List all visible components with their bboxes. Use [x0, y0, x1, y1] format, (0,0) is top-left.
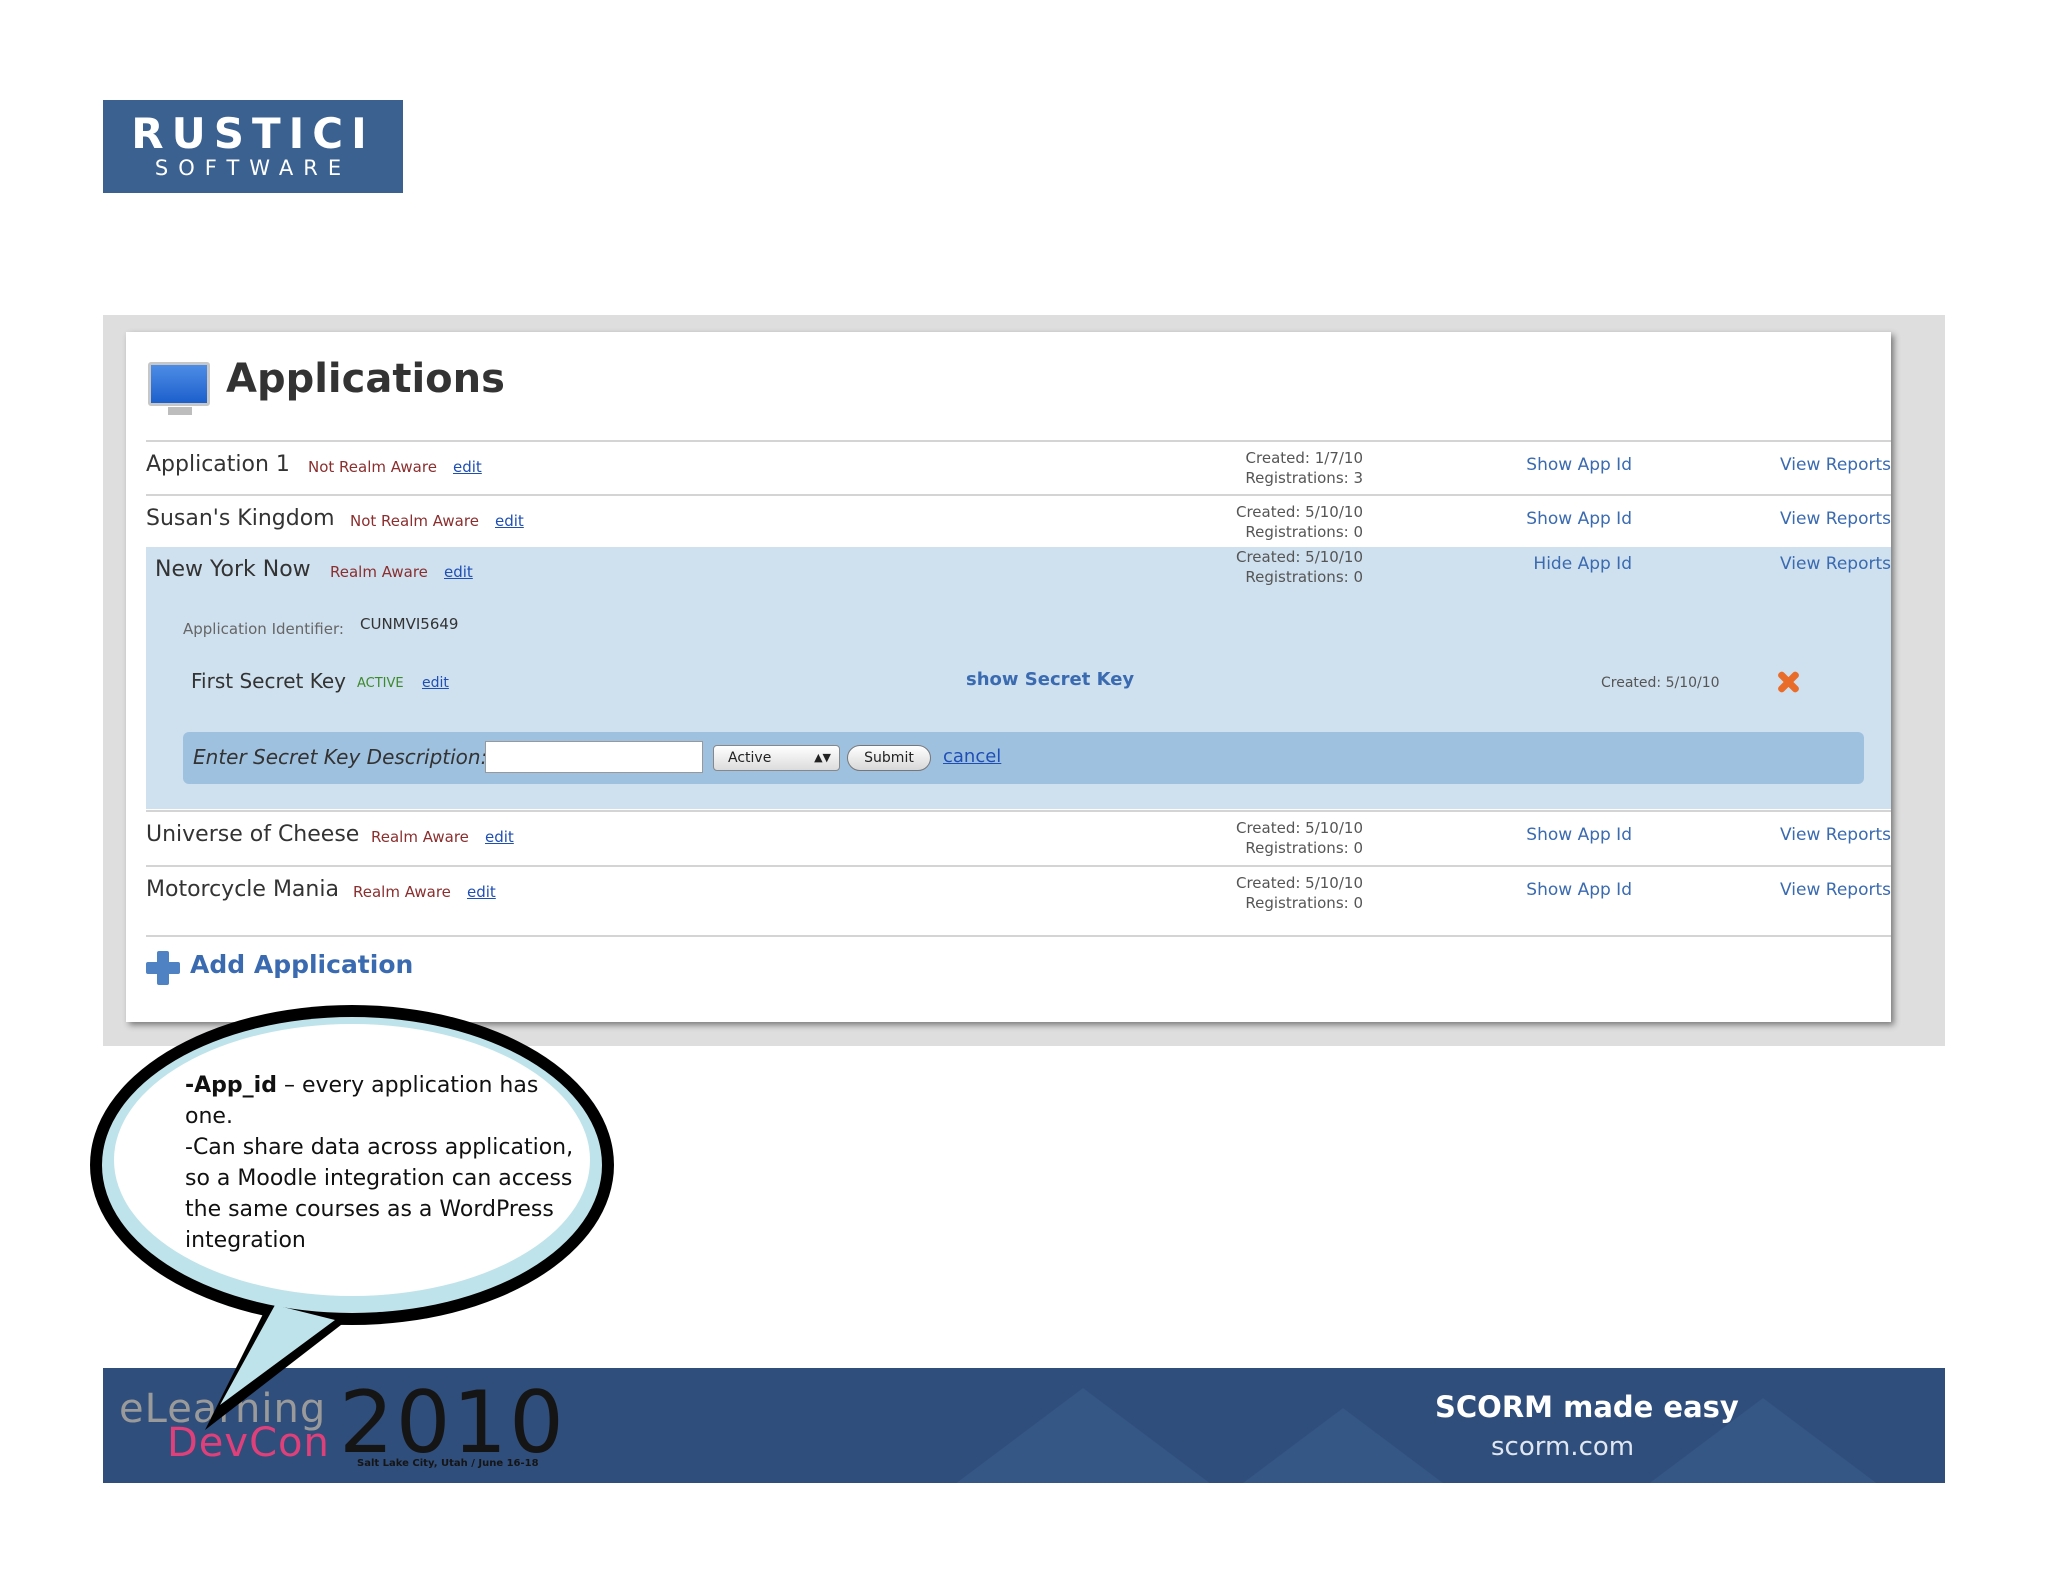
- view-reports-link[interactable]: View Reports: [1780, 509, 1891, 529]
- app-meta: Created: 5/10/10 Registrations: 0: [1236, 502, 1363, 542]
- view-reports-link[interactable]: View Reports: [1780, 455, 1891, 475]
- tagline: SCORM made easy: [1435, 1390, 1739, 1424]
- page-title: Applications: [226, 356, 505, 402]
- cancel-link[interactable]: cancel: [943, 746, 1001, 767]
- app-meta: Created: 5/10/10 Registrations: 0: [1236, 873, 1363, 913]
- app-name: New York Now: [155, 557, 311, 582]
- realm-status: Not Realm Aware: [308, 458, 437, 476]
- status-select[interactable]: Active ▲▼: [713, 745, 840, 771]
- app-row: Motorcycle Mania Realm Aware edit Create…: [146, 867, 1891, 919]
- app-meta: Created: 5/10/10 Registrations: 0: [1236, 818, 1363, 858]
- edit-link[interactable]: edit: [453, 458, 482, 476]
- app-row: Universe of Cheese Realm Aware edit Crea…: [146, 812, 1891, 864]
- app-row: Susan's Kingdom Not Realm Aware edit Cre…: [146, 496, 1891, 548]
- secret-key-description-input[interactable]: [485, 741, 703, 773]
- expanded-app-panel: New York Now Realm Aware edit Created: 5…: [146, 547, 1891, 809]
- registrations-count: Registrations: 0: [1245, 523, 1363, 541]
- view-reports-link[interactable]: View Reports: [1780, 880, 1891, 900]
- logo-main-text: RUSTICI: [131, 109, 375, 158]
- registrations-count: Registrations: 0: [1245, 568, 1363, 586]
- created-date: Created: 5/10/10: [1235, 503, 1363, 521]
- logo-sub-text: SOFTWARE: [154, 156, 352, 180]
- show-app-id-link[interactable]: Show App Id: [1526, 455, 1632, 475]
- app-name: Motorcycle Mania: [146, 877, 339, 902]
- realm-status: Not Realm Aware: [350, 512, 479, 530]
- edit-link[interactable]: edit: [467, 883, 496, 901]
- realm-status: Realm Aware: [330, 563, 428, 581]
- divider: [146, 935, 1891, 937]
- callout-line-2: -Can share data across application, so a…: [185, 1135, 574, 1253]
- secret-key-status: ACTIVE: [357, 676, 404, 691]
- select-arrows-icon: ▲▼: [814, 751, 831, 764]
- created-date: Created: 5/10/10: [1235, 548, 1363, 566]
- show-app-id-link[interactable]: Show App Id: [1526, 825, 1632, 845]
- status-select-value: Active: [728, 750, 772, 766]
- view-reports-link[interactable]: View Reports: [1780, 825, 1891, 845]
- app-name: Susan's Kingdom: [146, 506, 335, 531]
- show-secret-key-link[interactable]: show Secret Key: [966, 669, 1134, 690]
- callout-bold: -App_id: [185, 1073, 277, 1098]
- realm-status: Realm Aware: [353, 883, 451, 901]
- hide-app-id-link[interactable]: Hide App Id: [1533, 554, 1632, 574]
- bubble-tail-fill: [220, 1305, 335, 1405]
- secret-key-created: Created: 5/10/10: [1601, 675, 1720, 691]
- secret-key-description-label: Enter Secret Key Description:: [193, 745, 488, 769]
- created-date: Created: 5/10/10: [1235, 874, 1363, 892]
- secret-key-name: First Secret Key: [191, 669, 346, 693]
- secret-key-edit-link[interactable]: edit: [422, 675, 449, 691]
- created-date: Created: 5/10/10: [1235, 819, 1363, 837]
- view-reports-link[interactable]: View Reports: [1780, 554, 1891, 574]
- show-app-id-link[interactable]: Show App Id: [1526, 880, 1632, 900]
- app-identifier-value: CUNMVI5649: [360, 615, 459, 633]
- rustici-logo: RUSTICI SOFTWARE: [103, 100, 403, 193]
- screenshot-frame: Applications Application 1 Not Realm Awa…: [103, 315, 1945, 1046]
- applications-panel: Applications Application 1 Not Realm Awa…: [126, 332, 1891, 1022]
- secret-key-form: Enter Secret Key Description: Active ▲▼ …: [183, 732, 1864, 784]
- add-application-label: Add Application: [190, 950, 414, 979]
- app-row: Application 1 Not Realm Aware edit Creat…: [146, 442, 1891, 494]
- app-name: Universe of Cheese: [146, 822, 360, 847]
- plus-icon: [146, 951, 180, 985]
- delete-x-icon[interactable]: [1775, 669, 1801, 695]
- app-identifier-label: Application Identifier:: [183, 620, 344, 638]
- site-url: scorm.com: [1491, 1432, 1635, 1462]
- edit-link[interactable]: edit: [495, 512, 524, 530]
- monitor-icon: [146, 360, 212, 420]
- created-date: Created: 1/7/10: [1245, 449, 1363, 467]
- edit-link[interactable]: edit: [485, 828, 514, 846]
- edit-link[interactable]: edit: [444, 563, 473, 581]
- location-text: Salt Lake City, Utah / June 16-18: [357, 1458, 539, 1469]
- app-row: New York Now Realm Aware edit Created: 5…: [146, 547, 1891, 599]
- submit-button[interactable]: Submit: [847, 745, 931, 771]
- registrations-count: Registrations: 3: [1245, 469, 1363, 487]
- callout-text: -App_id – every application has one. -Ca…: [185, 1070, 575, 1256]
- app-name: Application 1: [146, 452, 290, 477]
- realm-status: Realm Aware: [371, 828, 469, 846]
- show-app-id-link[interactable]: Show App Id: [1526, 509, 1632, 529]
- app-meta: Created: 5/10/10 Registrations: 0: [1236, 547, 1363, 587]
- app-meta: Created: 1/7/10 Registrations: 3: [1245, 448, 1363, 488]
- registrations-count: Registrations: 0: [1245, 894, 1363, 912]
- registrations-count: Registrations: 0: [1245, 839, 1363, 857]
